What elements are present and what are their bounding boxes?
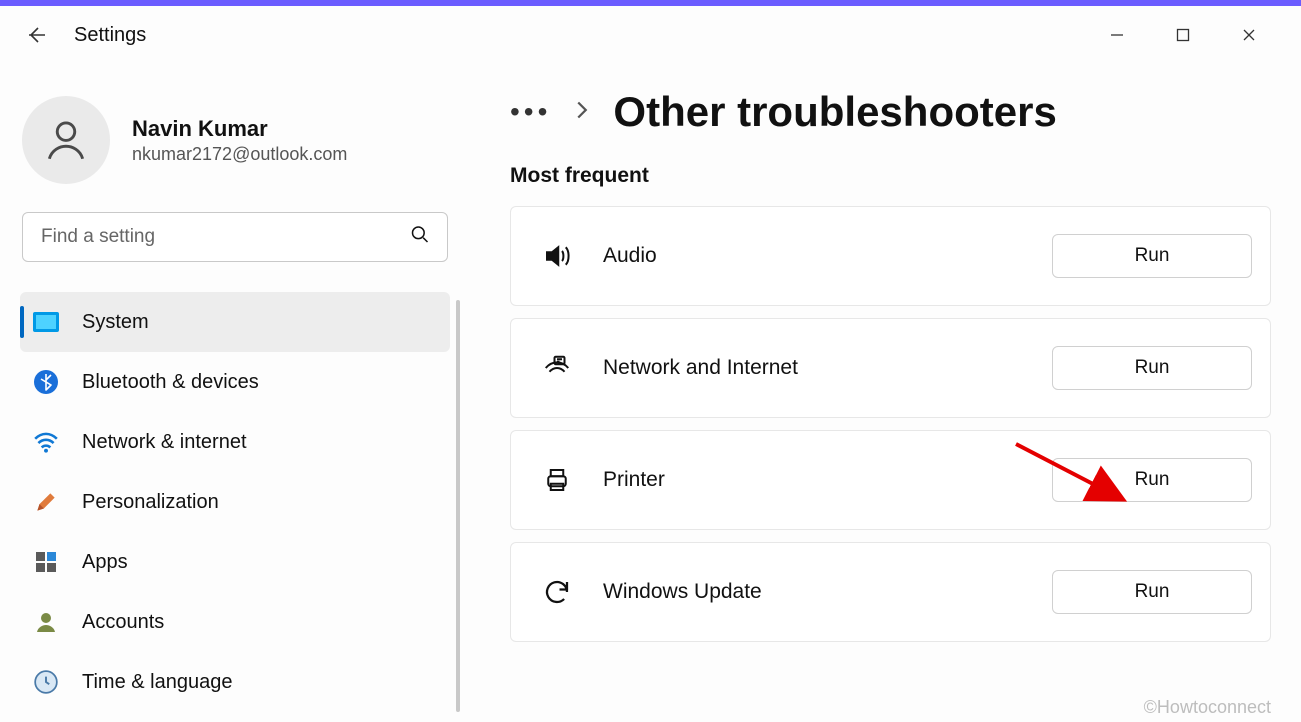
sidebar-item-label: Accounts (82, 611, 164, 634)
troubleshooter-printer: Printer Run (510, 430, 1271, 530)
watermark: ©Howtoconnect (1144, 697, 1271, 718)
page-title: Other troubleshooters (613, 88, 1056, 136)
apps-icon (32, 548, 60, 576)
network-icon (537, 353, 577, 383)
maximize-button[interactable] (1165, 17, 1201, 53)
clock-icon (32, 668, 60, 696)
breadcrumb-overflow[interactable]: ••• (510, 98, 551, 126)
troubleshooter-label: Network and Internet (603, 356, 798, 380)
avatar (22, 96, 110, 184)
profile-block[interactable]: Navin Kumar nkumar2172@outlook.com (20, 92, 460, 212)
main-content: ••• Other troubleshooters Most frequent … (470, 64, 1301, 722)
app-title: Settings (74, 24, 146, 47)
troubleshooter-label: Audio (603, 244, 657, 268)
minimize-icon (1110, 28, 1124, 42)
system-icon (32, 308, 60, 336)
run-button-printer[interactable]: Run (1052, 458, 1252, 502)
search-input[interactable] (22, 212, 448, 262)
run-button-network[interactable]: Run (1052, 346, 1252, 390)
troubleshooter-label: Windows Update (603, 580, 762, 604)
section-label: Most frequent (510, 164, 1271, 188)
troubleshooter-audio: Audio Run (510, 206, 1271, 306)
close-button[interactable] (1231, 17, 1267, 53)
troubleshooter-label: Printer (603, 468, 665, 492)
breadcrumb: ••• Other troubleshooters (510, 88, 1271, 136)
accounts-icon (32, 608, 60, 636)
search-wrapper (22, 212, 448, 262)
brush-icon (32, 488, 60, 516)
sidebar-item-personalization[interactable]: Personalization (20, 472, 450, 532)
wifi-icon (32, 428, 60, 456)
update-icon (537, 577, 577, 607)
sidebar-nav: System Bluetooth & devices Network & int… (20, 292, 460, 712)
sidebar-item-time-language[interactable]: Time & language (20, 652, 450, 712)
sidebar-item-accounts[interactable]: Accounts (20, 592, 450, 652)
sidebar-item-label: Time & language (82, 671, 232, 694)
sidebar-item-network[interactable]: Network & internet (20, 412, 450, 472)
sidebar-item-apps[interactable]: Apps (20, 532, 450, 592)
troubleshooter-windows-update: Windows Update Run (510, 542, 1271, 642)
titlebar: Settings (0, 6, 1301, 64)
profile-name: Navin Kumar (132, 116, 347, 142)
sidebar-item-label: Apps (82, 551, 128, 574)
minimize-button[interactable] (1099, 17, 1135, 53)
sidebar-item-label: Personalization (82, 491, 219, 514)
sidebar-item-label: Bluetooth & devices (82, 371, 259, 394)
speaker-icon (537, 241, 577, 271)
back-button[interactable] (16, 15, 56, 55)
sidebar-item-label: System (82, 311, 149, 334)
troubleshooter-network: Network and Internet Run (510, 318, 1271, 418)
maximize-icon (1176, 28, 1190, 42)
person-icon (41, 115, 91, 165)
search-icon (410, 225, 430, 250)
printer-icon (537, 465, 577, 495)
back-arrow-icon (24, 23, 48, 47)
sidebar-item-bluetooth[interactable]: Bluetooth & devices (20, 352, 450, 412)
bluetooth-icon (32, 368, 60, 396)
sidebar-item-system[interactable]: System (20, 292, 450, 352)
window-controls (1099, 17, 1285, 53)
close-icon (1242, 28, 1256, 42)
sidebar: Navin Kumar nkumar2172@outlook.com Syste… (0, 64, 470, 722)
run-button-update[interactable]: Run (1052, 570, 1252, 614)
run-button-audio[interactable]: Run (1052, 234, 1252, 278)
profile-email: nkumar2172@outlook.com (132, 144, 347, 165)
chevron-right-icon (575, 100, 589, 125)
sidebar-item-label: Network & internet (82, 431, 247, 454)
